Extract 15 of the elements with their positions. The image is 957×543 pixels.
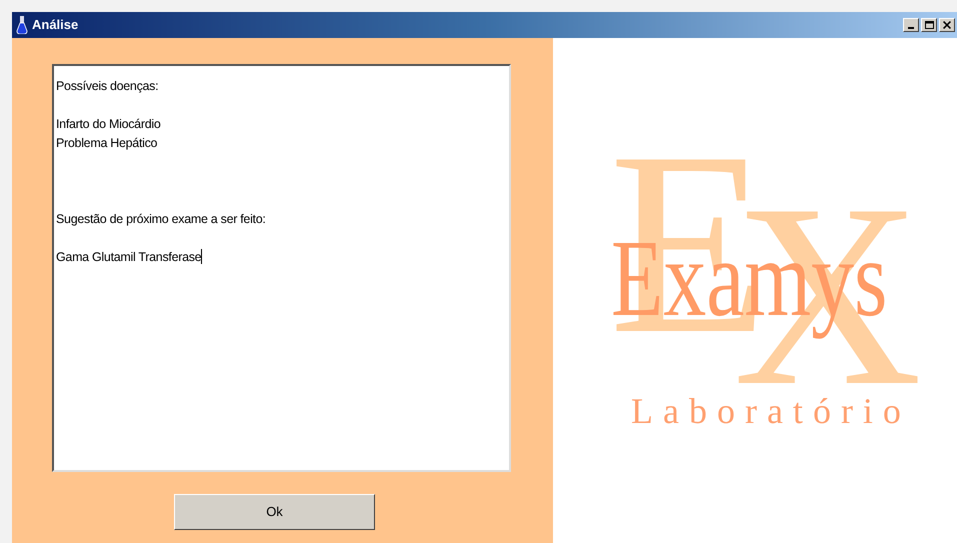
text-line: Infarto do Miocárdio [56, 116, 162, 133]
minimize-icon [908, 27, 914, 29]
maximize-icon [924, 21, 934, 29]
ok-button[interactable]: Ok [174, 494, 375, 530]
results-text-field[interactable]: Possíveis doenças: Infarto do Miocárdio Problema Hepático Sugestão de próximo exame a ser feito: Gama Glutamil Transferase [52, 64, 511, 472]
maximize-button[interactable] [921, 18, 937, 32]
window-title: Análise [32, 16, 80, 34]
text-line: Sugestão de próximo exame a ser feito: [56, 211, 267, 228]
text-line: Possíveis doenças: [56, 78, 160, 95]
close-button[interactable] [939, 18, 955, 32]
minimize-button[interactable] [903, 18, 919, 32]
flask-icon [16, 16, 28, 34]
text-line: Gama Glutamil Transferase [56, 248, 204, 266]
text-line: Problema Hepático [56, 135, 158, 152]
close-icon [943, 21, 951, 29]
